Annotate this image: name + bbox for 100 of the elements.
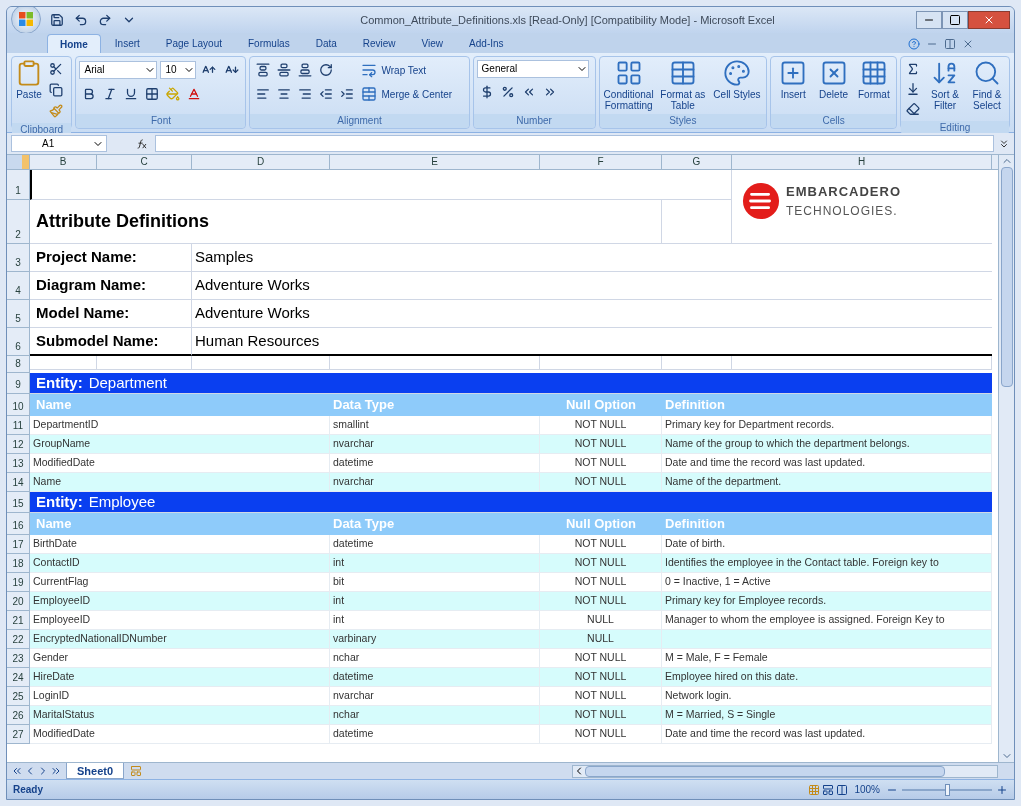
scrollbar-thumb[interactable] — [1000, 167, 1013, 387]
ribbon-tab[interactable]: Home — [47, 34, 101, 53]
maximize-button[interactable] — [942, 11, 968, 29]
minimize-button[interactable] — [916, 11, 942, 29]
table-cell: datetime — [330, 454, 540, 473]
insert-sheet-icon — [130, 765, 143, 777]
table-cell: DepartmentID — [30, 416, 330, 435]
expand-formula-bar-icon — [998, 137, 1010, 150]
merge-cells-icon — [361, 86, 378, 102]
underline-icon — [124, 87, 139, 101]
row-number: 11 — [7, 416, 30, 435]
column-header[interactable]: C — [97, 155, 192, 169]
row-number: 27 — [7, 725, 30, 744]
row-number: 16 — [7, 513, 30, 535]
formula-bar-field[interactable] — [155, 135, 994, 152]
font-color-icon — [187, 87, 202, 101]
table-cell: CurrentFlag — [30, 573, 330, 592]
company-logo-icon — [742, 182, 780, 220]
table-cell: Primary key for Employee records. — [662, 592, 992, 611]
status-text: Ready — [13, 783, 43, 797]
help-icon — [908, 38, 920, 50]
ribbon-tab[interactable]: Page Layout — [153, 34, 234, 53]
cells-button[interactable]: Delete — [813, 59, 854, 112]
styles-button[interactable]: Format as Table — [656, 59, 709, 112]
table-cell: Date and time the record was last updated. — [662, 454, 992, 473]
ribbon-tab[interactable]: Review — [350, 34, 408, 53]
row-number: 9 — [7, 373, 30, 394]
table-cell: nvarchar — [330, 687, 540, 706]
field-label: Project Name: — [30, 244, 192, 272]
table-cell: int — [330, 554, 540, 573]
save-icon — [50, 13, 64, 27]
cells-button[interactable]: Insert — [773, 59, 814, 112]
field-label: Model Name: — [30, 300, 192, 328]
row-number: 21 — [7, 611, 30, 630]
row-number: 3 — [7, 244, 30, 272]
number-format-field[interactable]: General — [476, 60, 589, 78]
entity-name: Department — [88, 372, 168, 393]
ribbon-tab[interactable]: View — [409, 34, 456, 53]
cells-button[interactable]: Format — [853, 59, 894, 112]
table-cell: NOT NULL — [540, 416, 662, 435]
table-cell: HireDate — [30, 668, 330, 687]
ribbon-tab[interactable]: Add-Ins — [457, 34, 516, 53]
group-label: Cells — [771, 114, 896, 128]
table-cell: MaritalStatus — [30, 706, 330, 725]
name-box[interactable]: A1 — [11, 135, 107, 152]
wrap-text-button[interactable]: Wrap Text — [361, 60, 453, 80]
ribbon-tab[interactable]: Insert — [102, 34, 152, 53]
table-cell: M = Married, S = Single — [662, 706, 992, 725]
table-cell: M = Male, F = Female — [662, 649, 992, 668]
column-header[interactable]: G — [662, 155, 732, 169]
row-number: 2 — [7, 200, 30, 244]
editing-button[interactable]: Find & Select — [967, 59, 1007, 119]
maximize-icon — [949, 14, 961, 26]
table-cell: NULL — [540, 611, 662, 630]
page-break-view-icon — [836, 783, 849, 796]
table-cell: Name — [30, 473, 330, 492]
column-header[interactable]: D — [192, 155, 330, 169]
column-header[interactable]: F — [540, 155, 662, 169]
function-icon — [135, 138, 147, 149]
percent-icon — [500, 85, 515, 99]
field-label: Diagram Name: — [30, 272, 192, 300]
column-header[interactable]: H — [732, 155, 992, 169]
table-cell: EncryptedNationalIDNumber — [30, 630, 330, 649]
undo-icon — [74, 13, 88, 27]
merge-center-button[interactable]: Merge & Center — [361, 84, 453, 104]
styles-button[interactable]: Conditional Formatting — [602, 59, 655, 112]
table-cell: NULL — [540, 630, 662, 649]
sheet-tab[interactable]: Sheet0 — [66, 763, 125, 779]
scrollbar-thumb[interactable] — [585, 765, 946, 777]
zoom-level-text: 100% — [854, 783, 880, 797]
table-cell: Employee hired on this date. — [662, 668, 992, 687]
column-header[interactable]: E — [330, 155, 540, 169]
table-cell: NOT NULL — [540, 473, 662, 492]
table-cell: NOT NULL — [540, 573, 662, 592]
zoom-in-icon — [996, 783, 1008, 796]
ribbon-tab[interactable]: Formulas — [236, 34, 302, 53]
styles-button[interactable]: Cell Styles — [710, 59, 763, 112]
decrease-indent-icon — [319, 87, 334, 101]
editing-button[interactable]: Sort & Filter — [925, 59, 965, 119]
row-number: 22 — [7, 630, 30, 649]
office-logo-icon — [18, 11, 34, 27]
fill-color-icon — [166, 87, 181, 101]
row-number: 6 — [7, 328, 30, 356]
sheet-title: Attribute Definitions — [30, 200, 662, 244]
table-cell: LoginID — [30, 687, 330, 706]
ribbon-tab[interactable]: Data — [303, 34, 349, 53]
row-number: 23 — [7, 649, 30, 668]
table-cell: NOT NULL — [540, 454, 662, 473]
top-align-icon — [256, 63, 271, 77]
table-cell: BirthDate — [30, 535, 330, 554]
cut-icon — [49, 62, 63, 76]
table-cell: NOT NULL — [540, 535, 662, 554]
font-name-field[interactable]: Arial — [79, 61, 158, 79]
column-header[interactable]: B — [30, 155, 97, 169]
entity-label: Entity: — [36, 372, 83, 393]
font-size-field[interactable]: 10 — [160, 61, 197, 79]
office-menu-button[interactable] — [11, 7, 41, 34]
field-value: Human Resources — [192, 328, 992, 356]
table-cell: ModifiedDate — [30, 454, 330, 473]
logo-wordmark: EMBARCADERO — [786, 183, 901, 201]
